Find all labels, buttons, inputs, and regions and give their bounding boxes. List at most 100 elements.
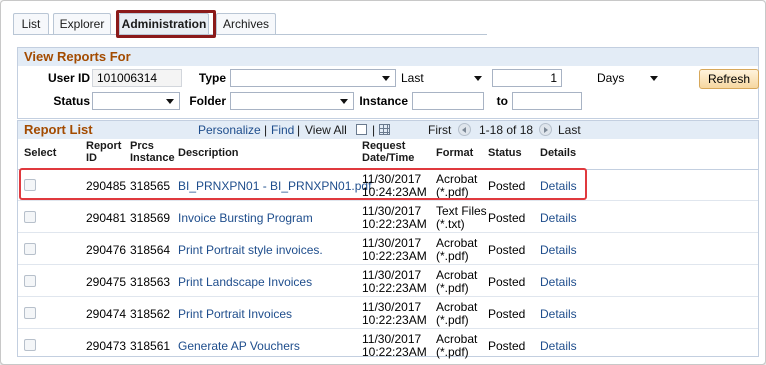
refresh-button[interactable]: Refresh bbox=[699, 69, 759, 89]
details-link[interactable]: Details bbox=[540, 339, 577, 353]
last-number-field[interactable]: 1 bbox=[492, 69, 562, 87]
separator-1: | bbox=[264, 123, 268, 137]
format-ext-cell: (*.txt) bbox=[436, 217, 465, 231]
to-label: to bbox=[496, 94, 508, 108]
request-date-cell: 11/30/2017 bbox=[362, 332, 422, 346]
col-description: Description bbox=[178, 147, 239, 159]
request-date-cell: 11/30/2017 bbox=[362, 300, 422, 314]
description-link[interactable]: Print Portrait style invoices. bbox=[178, 243, 323, 257]
col-format: Format bbox=[436, 147, 474, 159]
instance-cell: 318562 bbox=[130, 307, 171, 321]
process-monitor-window: List Explorer Administration Archives Vi… bbox=[0, 0, 766, 365]
type-label: Type bbox=[198, 71, 226, 85]
tab-list[interactable]: List bbox=[13, 13, 49, 35]
details-link[interactable]: Details bbox=[540, 307, 577, 321]
instance-label: Instance bbox=[359, 94, 408, 108]
table-row: 290481 318569 Invoice Bursting Program 1… bbox=[18, 202, 758, 233]
instance-from-field[interactable] bbox=[412, 92, 484, 110]
col-report-id-line1: Report bbox=[86, 140, 122, 152]
report-list-grid: Report List Personalize | Find | View Al… bbox=[17, 120, 759, 359]
report-list-header: Report List Personalize | Find | View Al… bbox=[18, 121, 758, 139]
format-ext-cell: (*.pdf) bbox=[436, 249, 469, 263]
folder-select[interactable] bbox=[230, 92, 354, 110]
administration-tab-highlight bbox=[116, 10, 216, 38]
description-link[interactable]: Invoice Bursting Program bbox=[178, 211, 313, 225]
col-report-id-line2: ID bbox=[86, 152, 97, 164]
col-details: Details bbox=[540, 147, 577, 159]
status-cell: Posted bbox=[488, 211, 526, 225]
row-select-checkbox[interactable] bbox=[24, 275, 36, 287]
row-select-checkbox[interactable] bbox=[24, 243, 36, 255]
instance-cell: 318564 bbox=[130, 243, 171, 257]
col-prcs-line1: Prcs bbox=[130, 140, 154, 152]
tab-explorer[interactable]: Explorer bbox=[53, 13, 111, 35]
request-time-cell: 10:22:23AM bbox=[362, 281, 427, 295]
format-cell: Acrobat bbox=[436, 268, 478, 282]
download-grid-icon[interactable] bbox=[379, 124, 390, 135]
report-id-cell: 290473 bbox=[86, 339, 127, 353]
separator-2: | bbox=[297, 123, 301, 137]
details-link[interactable]: Details bbox=[540, 275, 577, 289]
description-link[interactable]: Generate AP Vouchers bbox=[178, 339, 300, 353]
table-row: 290476 318564 Print Portrait style invoi… bbox=[18, 234, 758, 265]
request-date-cell: 11/30/2017 bbox=[362, 204, 422, 218]
report-id-cell: 290481 bbox=[86, 211, 127, 225]
request-date-cell: 11/30/2017 bbox=[362, 236, 422, 250]
col-request-line2: Date/Time bbox=[362, 152, 415, 164]
description-link[interactable]: Print Landscape Invoices bbox=[178, 275, 312, 289]
personalize-link[interactable]: Personalize bbox=[198, 121, 261, 139]
type-select[interactable] bbox=[230, 69, 396, 87]
details-link[interactable]: Details bbox=[540, 211, 577, 225]
request-time-cell: 10:22:23AM bbox=[362, 313, 427, 327]
view-all-link[interactable]: View All bbox=[305, 121, 347, 139]
status-select[interactable] bbox=[92, 92, 180, 110]
table-row: 290475 318563 Print Landscape Invoices 1… bbox=[18, 266, 758, 297]
status-cell: Posted bbox=[488, 339, 526, 353]
last-select[interactable]: Last bbox=[396, 69, 488, 87]
format-cell: Text Files bbox=[436, 204, 487, 218]
report-list-title: Report List bbox=[24, 122, 93, 137]
status-cell: Posted bbox=[488, 275, 526, 289]
tab-underline bbox=[13, 34, 487, 35]
last-link[interactable]: Last bbox=[558, 121, 581, 139]
request-time-cell: 10:22:23AM bbox=[362, 345, 427, 359]
row-select-checkbox[interactable] bbox=[24, 307, 36, 319]
find-link[interactable]: Find bbox=[271, 121, 294, 139]
instance-to-field[interactable] bbox=[512, 92, 582, 110]
separator-3: | bbox=[372, 123, 376, 137]
folder-label: Folder bbox=[189, 94, 226, 108]
row-select-checkbox[interactable] bbox=[24, 211, 36, 223]
first-link[interactable]: First bbox=[428, 121, 451, 139]
previous-icon[interactable] bbox=[458, 123, 471, 136]
days-select[interactable]: Days bbox=[592, 69, 664, 87]
row-range: 1-18 of 18 bbox=[479, 123, 534, 137]
tab-archives[interactable]: Archives bbox=[216, 13, 276, 35]
row-select-checkbox[interactable] bbox=[24, 339, 36, 351]
report-id-cell: 290475 bbox=[86, 275, 127, 289]
format-ext-cell: (*.pdf) bbox=[436, 345, 469, 359]
description-link[interactable]: Print Portrait Invoices bbox=[178, 307, 292, 321]
col-select: Select bbox=[24, 147, 57, 159]
user-id-label: User ID bbox=[47, 71, 90, 85]
view-reports-for-panel: View Reports For User ID 101006314 Type … bbox=[17, 47, 759, 119]
format-cell: Acrobat bbox=[436, 236, 478, 250]
next-icon[interactable] bbox=[539, 123, 552, 136]
first-row-highlight bbox=[19, 168, 587, 200]
status-label: Status bbox=[53, 94, 90, 108]
user-id-field[interactable]: 101006314 bbox=[92, 69, 182, 87]
col-status: Status bbox=[488, 147, 522, 159]
request-date-cell: 11/30/2017 bbox=[362, 268, 422, 282]
table-row: 290473 318561 Generate AP Vouchers 11/30… bbox=[18, 330, 758, 361]
view-reports-for-title: View Reports For bbox=[18, 48, 758, 66]
request-time-cell: 10:22:23AM bbox=[362, 249, 427, 263]
status-cell: Posted bbox=[488, 307, 526, 321]
new-window-icon[interactable] bbox=[356, 124, 367, 135]
col-request-line1: Request bbox=[362, 140, 406, 152]
instance-cell: 318563 bbox=[130, 275, 171, 289]
report-id-cell: 290474 bbox=[86, 307, 127, 321]
request-time-cell: 10:22:23AM bbox=[362, 217, 427, 231]
instance-cell: 318561 bbox=[130, 339, 171, 353]
status-cell: Posted bbox=[488, 243, 526, 257]
details-link[interactable]: Details bbox=[540, 243, 577, 257]
col-prcs-line2: Instance bbox=[130, 152, 175, 164]
